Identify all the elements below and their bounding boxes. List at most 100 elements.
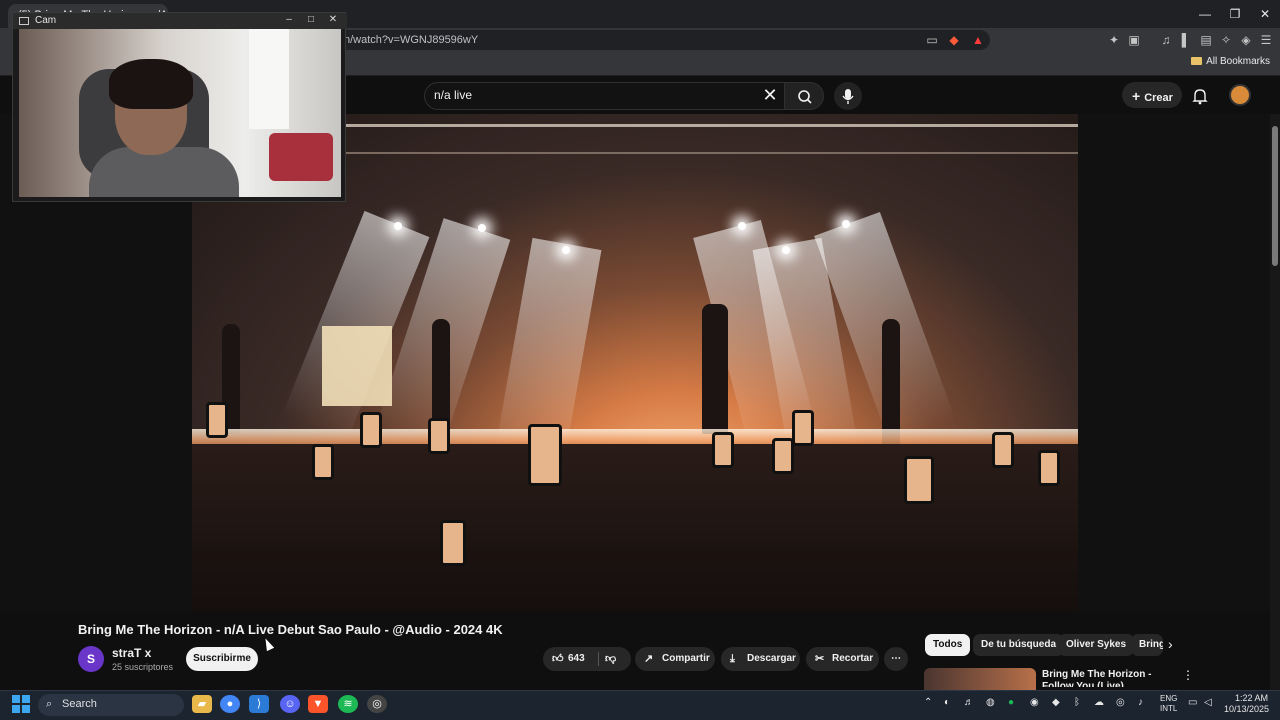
webcam-minimize-button[interactable]: – [279, 14, 299, 25]
tray-app-icon[interactable]: ◉ [1030, 697, 1039, 708]
thumbs-down-icon[interactable]: 👎︎ [605, 647, 616, 671]
brave-icon[interactable]: ▼ [308, 695, 328, 713]
search-clear-icon[interactable]: ✕ [760, 84, 780, 106]
volume-icon[interactable]: ◁ [1204, 697, 1212, 708]
webcam-bag [269, 133, 333, 181]
headset-icon[interactable]: ♬ [964, 697, 974, 708]
taskbar-clock[interactable]: 1:22 AM 10/13/2025 [1224, 693, 1269, 715]
like-divider [598, 652, 599, 666]
onedrive-icon[interactable]: ☁ [1094, 697, 1104, 708]
stage-lamp [562, 246, 570, 254]
search-input[interactable]: n/a live [434, 88, 472, 102]
sidebar-icon[interactable]: ▌ [1178, 32, 1194, 48]
keyboard-layout: INTL [1160, 704, 1178, 713]
chip-oliver-sykes[interactable]: Oliver Sykes [1058, 634, 1135, 656]
tray-app-icon[interactable]: ◆ [1052, 697, 1060, 708]
all-bookmarks-button[interactable]: All Bookmarks [1191, 56, 1270, 67]
address-bar[interactable]: n/watch?v=WGNJ89596wY [330, 30, 990, 50]
webcam-close-button[interactable]: ✕ [323, 14, 343, 25]
recommendation-title[interactable]: Bring Me The Horizon - Follow You (Live) [1042, 669, 1172, 687]
crowd-phone [206, 402, 228, 438]
crowd-phone [528, 424, 562, 486]
webcam-feed [19, 29, 341, 197]
leo-ai-icon[interactable]: ✧ [1218, 32, 1234, 48]
url-text: n/watch?v=WGNJ89596wY [344, 34, 479, 46]
download-icon: ⤓ [730, 653, 735, 665]
search-button[interactable] [784, 82, 824, 110]
notifications-bell-icon[interactable] [1190, 86, 1210, 106]
chip-from-search[interactable]: De tu búsqueda [973, 634, 1065, 656]
like-dislike-group: 👍︎ 👎︎ [543, 647, 631, 671]
stage-lamp [478, 224, 486, 232]
create-label: Crear [1144, 92, 1173, 104]
crowd-phone [360, 412, 382, 448]
chip-all[interactable]: Todos [925, 634, 971, 656]
scrollbar-thumb[interactable] [1272, 126, 1278, 266]
discord-icon[interactable]: ☺ [280, 695, 300, 713]
account-avatar[interactable] [1229, 84, 1251, 106]
language-indicator[interactable]: ENG INTL [1160, 694, 1177, 714]
taskbar-search[interactable]: ⌕ Search [38, 694, 184, 716]
stage-truss [342, 124, 1078, 154]
crowd-phone [772, 438, 794, 474]
taskbar-search-label: Search [62, 698, 97, 710]
band-member [432, 319, 450, 429]
menu-icon[interactable]: ☰ [1258, 32, 1274, 48]
channel-avatar[interactable]: S [78, 646, 104, 672]
tray-overflow-icon[interactable]: ⌃ [924, 697, 932, 708]
window-close-button[interactable]: ✕ [1248, 4, 1280, 24]
screenshot-icon[interactable]: ▣ [1126, 32, 1142, 48]
subscribe-button[interactable]: Suscribirme [186, 647, 258, 671]
cast-icon[interactable]: ▭ [924, 32, 940, 48]
download-label: Descargar [747, 653, 796, 664]
network-icon[interactable]: ▭ [1188, 697, 1197, 708]
tray-app-icon[interactable]: ◍ [986, 697, 995, 708]
clip-label: Recortar [832, 653, 874, 664]
share-icon: ↗ [644, 653, 654, 665]
extensions-icon[interactable]: ✦ [1106, 32, 1122, 48]
recommendation-thumbnail[interactable] [924, 668, 1036, 690]
brave-rewards-icon[interactable]: ▲ [970, 32, 986, 48]
webcam-window[interactable]: Cam – □ ✕ [12, 12, 347, 202]
obs-icon[interactable]: ◎ [367, 695, 387, 713]
bluetooth-icon[interactable]: ᛒ [1074, 697, 1080, 708]
chip-bring[interactable]: Bring [1131, 634, 1163, 656]
crowd-phone [312, 444, 334, 480]
spotify-tray-icon[interactable]: ● [1008, 697, 1014, 708]
webcam-titlebar[interactable]: Cam – □ ✕ [13, 13, 347, 29]
like-count[interactable]: 643 [568, 653, 585, 664]
channel-name[interactable]: straT x [112, 646, 151, 660]
vpn-icon[interactable]: ◈ [1238, 32, 1254, 48]
search-box[interactable] [424, 82, 786, 110]
webcam-maximize-button[interactable]: □ [301, 14, 321, 25]
more-actions-button[interactable]: ⋯ [884, 647, 908, 671]
media-icon[interactable]: ♫ [1158, 32, 1174, 48]
steam-icon[interactable]: ◎ [1116, 697, 1125, 708]
tray-app-icon[interactable]: ◐ [944, 697, 950, 708]
recommendation-menu-icon[interactable]: ⋮ [1182, 668, 1194, 682]
brave-shield-icon[interactable]: ◆ [946, 32, 962, 48]
file-explorer-icon[interactable]: ▰ [192, 695, 212, 713]
thumbs-up-icon[interactable]: 👍︎ [552, 647, 564, 671]
voice-search-button[interactable] [834, 82, 862, 110]
scissors-icon: ✂ [815, 653, 825, 665]
chrome-icon[interactable]: ● [220, 695, 240, 713]
stage-lamp [842, 220, 850, 228]
webcam-person-shirt [89, 147, 239, 197]
crowd-phone [904, 456, 934, 504]
vscode-icon[interactable]: ⟩ [249, 695, 269, 713]
share-button[interactable]: ↗ Compartir [635, 647, 715, 671]
create-button[interactable]: + Crear [1122, 82, 1182, 108]
microphone-tray-icon[interactable]: ♪ [1138, 697, 1143, 708]
language-code: ENG [1160, 694, 1178, 703]
wallet-icon[interactable]: ▤ [1198, 32, 1214, 48]
spotify-icon[interactable]: ≋ [338, 695, 358, 713]
chevron-right-icon[interactable]: › [1168, 636, 1173, 652]
plus-icon: + [1132, 88, 1141, 104]
windows-start-icon[interactable] [12, 695, 30, 713]
stage-piano [322, 326, 392, 406]
download-button[interactable]: ⤓ Descargar [721, 647, 800, 671]
window-minimize-button[interactable]: — [1188, 4, 1222, 24]
clip-button[interactable]: ✂ Recortar [806, 647, 879, 671]
window-maximize-button[interactable]: ❐ [1218, 4, 1252, 24]
